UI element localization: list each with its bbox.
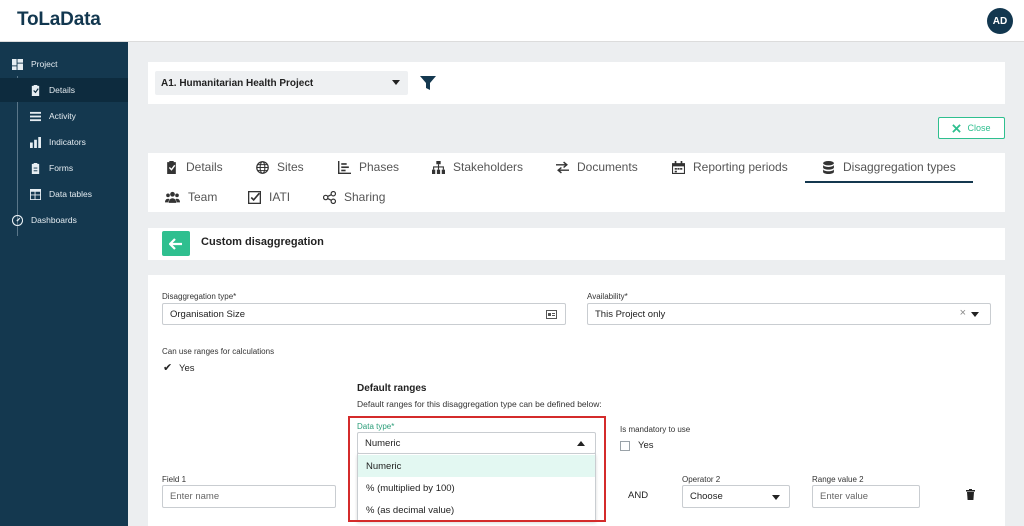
- close-button-label: Close: [967, 123, 991, 133]
- app-logo[interactable]: ToLaData: [17, 9, 101, 31]
- sidebar-item-label: Data tables: [49, 189, 92, 199]
- clipboard-icon: [29, 162, 41, 174]
- tab-team[interactable]: Team: [165, 182, 217, 212]
- trash-icon[interactable]: [966, 489, 975, 500]
- operator2-select[interactable]: Choose: [682, 485, 790, 508]
- default-ranges-title: Default ranges: [357, 383, 427, 394]
- globe-icon: [256, 160, 269, 174]
- sidebar-item-forms[interactable]: Forms: [0, 156, 128, 180]
- sidebar-item-label: Activity: [49, 111, 76, 121]
- clear-icon[interactable]: ×: [960, 307, 966, 319]
- disaggregation-type-value: Organisation Size: [170, 308, 245, 320]
- mandatory-yes-label: Yes: [638, 440, 654, 451]
- back-button[interactable]: [162, 231, 190, 256]
- gauge-icon: [11, 214, 23, 226]
- clipboard-check-icon: [29, 84, 41, 96]
- tab-label: Team: [188, 190, 218, 204]
- close-icon: [952, 123, 962, 133]
- close-button[interactable]: Close: [938, 117, 1005, 139]
- user-avatar[interactable]: AD: [987, 8, 1013, 34]
- tab-label: Sharing: [344, 190, 386, 204]
- operator2-value: Choose: [690, 491, 723, 502]
- sidebar-item-data-tables[interactable]: Data tables: [0, 182, 128, 206]
- sitemap-icon: [432, 160, 445, 174]
- ranges-yes-label: Yes: [179, 363, 195, 374]
- mandatory-label: Is mandatory to use: [620, 425, 691, 434]
- ranges-label: Can use ranges for calculations: [162, 347, 275, 356]
- arrow-left-icon: [169, 237, 182, 250]
- list-icon: [29, 110, 41, 122]
- tab-disaggregation-types[interactable]: Disaggregation types: [822, 152, 956, 182]
- chevron-down-icon: [971, 312, 979, 317]
- disaggregation-type-input[interactable]: Organisation Size: [162, 303, 566, 325]
- tab-label: Phases: [359, 160, 400, 174]
- availability-select[interactable]: This Project only ×: [587, 303, 991, 325]
- field1-label: Field 1: [162, 475, 187, 484]
- tab-reporting-periods[interactable]: Reporting periods: [672, 152, 788, 182]
- sidebar-item-indicators[interactable]: Indicators: [0, 130, 128, 154]
- section-title: Custom disaggregation: [201, 236, 324, 248]
- sidebar-item-label: Indicators: [49, 137, 86, 147]
- annotation-highlight-box: [348, 416, 606, 522]
- users-icon: [165, 191, 180, 203]
- calendar-icon: [672, 160, 685, 174]
- tab-label: Documents: [577, 160, 638, 174]
- checkmark-icon[interactable]: ✔: [163, 361, 172, 374]
- sidebar-item-details[interactable]: Details: [0, 78, 128, 102]
- disaggregation-type-label: Disaggregation type*: [162, 292, 237, 301]
- tab-label: Details: [186, 160, 223, 174]
- sidebar-item-project[interactable]: Project: [0, 52, 128, 76]
- chevron-down-icon: [772, 495, 780, 500]
- sidebar: Project Details Activity Indicators Form…: [0, 42, 128, 526]
- top-bar: ToLaData AD: [0, 0, 1024, 42]
- tab-sharing[interactable]: Sharing: [323, 182, 385, 212]
- tab-label: Disaggregation types: [843, 160, 956, 174]
- mandatory-checkbox[interactable]: [620, 441, 630, 451]
- active-tab-indicator: [805, 181, 973, 183]
- sidebar-item-label: Project: [31, 59, 58, 69]
- operator2-label: Operator 2: [682, 475, 721, 484]
- tab-details[interactable]: Details: [165, 152, 223, 182]
- tab-documents[interactable]: Documents: [556, 152, 638, 182]
- table-icon: [29, 188, 41, 200]
- check-square-icon: [248, 190, 261, 204]
- tab-phases[interactable]: Phases: [338, 152, 399, 182]
- default-ranges-description: Default ranges for this disaggregation t…: [357, 399, 602, 409]
- bar-chart-icon: [29, 136, 41, 148]
- exchange-icon: [556, 161, 569, 173]
- database-icon: [823, 160, 834, 174]
- filter-icon[interactable]: [420, 75, 436, 91]
- field1-input[interactable]: Enter name: [162, 485, 336, 508]
- sidebar-item-dashboards[interactable]: Dashboards: [0, 208, 128, 232]
- tab-label: IATI: [269, 190, 291, 204]
- project-select[interactable]: A1. Humanitarian Health Project: [155, 71, 408, 95]
- sidebar-item-label: Dashboards: [31, 215, 77, 225]
- and-label: AND: [628, 490, 649, 501]
- clipboard-check-icon: [167, 160, 176, 174]
- share-icon: [323, 190, 336, 204]
- range2-label: Range value 2: [812, 475, 864, 484]
- project-select-value: A1. Humanitarian Health Project: [161, 77, 314, 89]
- sidebar-item-activity[interactable]: Activity: [0, 104, 128, 128]
- chart-line-icon: [338, 160, 351, 174]
- dashboard-icon: [11, 58, 23, 70]
- tab-sites[interactable]: Sites: [256, 152, 304, 182]
- chevron-down-icon: [392, 80, 400, 85]
- range2-input[interactable]: Enter value: [812, 485, 920, 508]
- tab-stakeholders[interactable]: Stakeholders: [432, 152, 523, 182]
- id-card-icon: [546, 310, 557, 319]
- sidebar-item-label: Details: [49, 85, 75, 95]
- sidebar-item-label: Forms: [49, 163, 74, 173]
- tab-label: Stakeholders: [453, 160, 524, 174]
- tab-label: Sites: [277, 160, 304, 174]
- tab-label: Reporting periods: [693, 160, 788, 174]
- tab-iati[interactable]: IATI: [248, 182, 290, 212]
- availability-label: Availability*: [587, 292, 628, 301]
- availability-value: This Project only: [595, 308, 666, 320]
